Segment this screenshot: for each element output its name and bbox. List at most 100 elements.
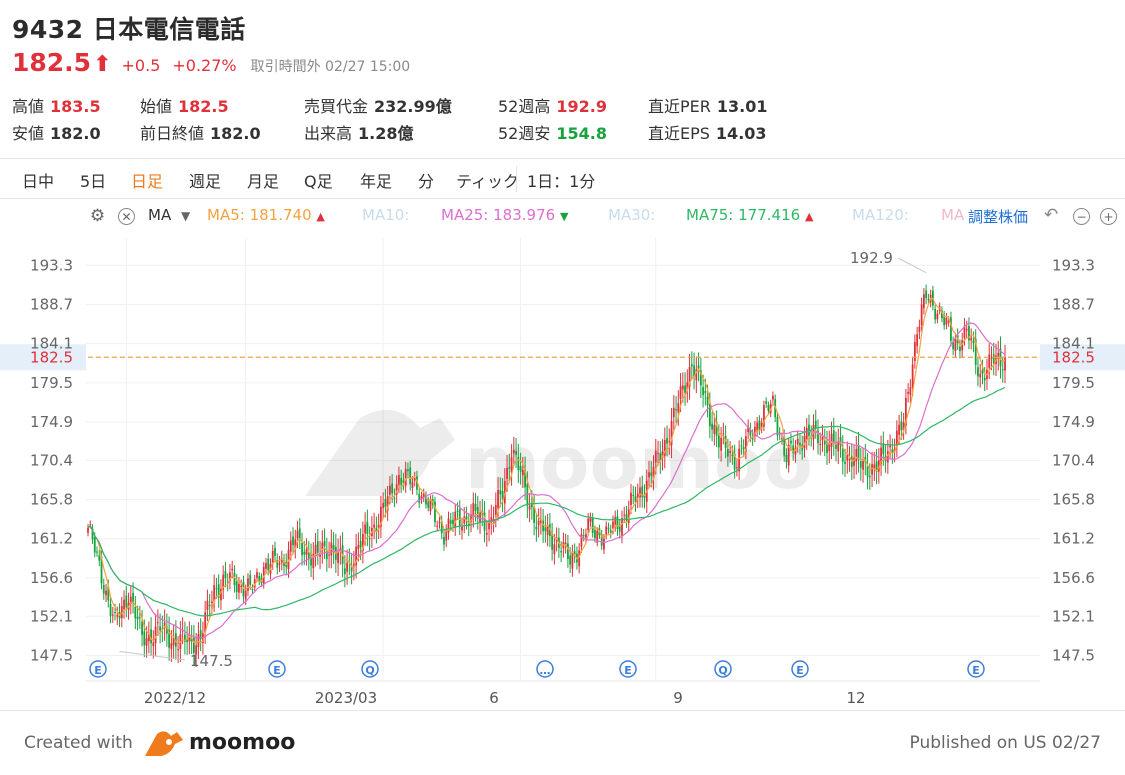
stat-52w-high: 52週高 192.9 xyxy=(498,97,607,116)
candle-body xyxy=(675,409,677,411)
ma-selector[interactable]: MA xyxy=(148,206,171,224)
candle-body xyxy=(485,532,488,535)
gear-icon[interactable]: ⚙ xyxy=(89,208,106,225)
x-tick-label: 9 xyxy=(673,689,683,707)
candle-body xyxy=(862,461,864,470)
candle-body xyxy=(136,616,139,620)
divider xyxy=(0,710,1125,711)
event-marker-label: E xyxy=(972,664,980,677)
event-marker: … xyxy=(536,660,554,678)
event-marker-label: Q xyxy=(365,664,374,677)
footer-created: Created with xyxy=(24,733,133,753)
candle-body xyxy=(767,405,770,412)
candle-body xyxy=(607,527,610,529)
candle-body xyxy=(936,313,939,320)
candle-body xyxy=(585,534,587,538)
price-chart[interactable]: moomoo 182.5 182.5 193.3 193.3188.7 188.718… xyxy=(0,228,1125,728)
candle-body xyxy=(684,385,686,393)
candle-body xyxy=(758,420,761,430)
y-tick-label-left: 193.3 xyxy=(30,256,73,274)
candle-body xyxy=(697,365,700,369)
candle-body xyxy=(515,451,517,455)
candle-body xyxy=(625,514,628,520)
tab-minute[interactable]: 分 xyxy=(418,168,434,192)
candle-body xyxy=(704,390,707,394)
interval-selector[interactable]: 1日：1分 xyxy=(527,168,595,192)
candle-body xyxy=(720,437,723,451)
moomoo-brand: moomoo xyxy=(189,730,296,755)
tab-intraday[interactable]: 日中 xyxy=(22,168,54,192)
candle-body xyxy=(251,588,254,590)
candle-body xyxy=(359,541,362,548)
tab-daily[interactable]: 日足 xyxy=(131,168,163,192)
candle-body xyxy=(521,469,524,476)
candle-body xyxy=(909,387,912,395)
candle-body xyxy=(934,308,937,320)
undo-icon[interactable]: ↶ xyxy=(1044,205,1058,225)
candle-body xyxy=(393,497,396,499)
candle-body xyxy=(889,445,891,448)
candle-body xyxy=(702,387,704,395)
candle-body xyxy=(844,461,846,464)
candle-body xyxy=(945,317,948,325)
candle-body xyxy=(343,568,346,575)
candle-body xyxy=(528,505,531,510)
event-marker-label: … xyxy=(540,664,551,677)
candle-body xyxy=(717,435,720,448)
ma5-legend: MA5: 181.740 ▲ xyxy=(207,206,325,224)
candle-body xyxy=(916,334,919,347)
y-tick-label-right: 170.4 xyxy=(1052,451,1095,469)
candle-body xyxy=(603,538,605,550)
candle-body xyxy=(224,571,227,579)
candle-body xyxy=(96,551,98,553)
candle-body xyxy=(605,526,608,535)
ma120-legend: MA120: xyxy=(852,206,909,224)
tab-5day[interactable]: 5日 xyxy=(80,168,106,192)
zoom-out-icon[interactable]: − xyxy=(1073,208,1090,225)
candle-body xyxy=(407,469,409,472)
candle-body xyxy=(159,626,161,631)
candle-body xyxy=(316,541,319,553)
candle-body xyxy=(111,614,114,616)
candle-body xyxy=(630,492,632,505)
candle-body xyxy=(143,631,146,646)
candle-body xyxy=(981,370,984,374)
candle-body xyxy=(364,524,367,534)
stat-eps: 直近EPS 14.03 xyxy=(648,124,767,143)
candle-body xyxy=(781,438,783,440)
candle-body xyxy=(632,494,635,496)
chevron-down-icon[interactable]: ▼ xyxy=(181,209,190,223)
candle-body xyxy=(648,472,650,478)
candle-body xyxy=(215,588,218,590)
candle-body xyxy=(211,601,213,604)
ma10-legend: MA10: xyxy=(362,206,410,224)
candle-body xyxy=(497,489,499,508)
candle-body xyxy=(452,519,454,525)
candle-body xyxy=(805,427,808,441)
candle-body xyxy=(859,461,862,468)
candle-body xyxy=(512,449,515,454)
candle-body xyxy=(796,438,799,445)
candle-body xyxy=(1004,357,1006,371)
candle-body xyxy=(152,642,155,647)
candle-body xyxy=(325,550,328,560)
tab-tick[interactable]: ティック xyxy=(456,168,519,192)
tab-monthly[interactable]: 月足 xyxy=(247,168,279,192)
tab-weekly[interactable]: 週足 xyxy=(189,168,221,192)
candle-body xyxy=(474,504,477,511)
zoom-in-icon[interactable]: + xyxy=(1100,208,1117,225)
tab-divider xyxy=(516,166,517,192)
candle-body xyxy=(742,447,745,449)
tab-yearly[interactable]: 年足 xyxy=(360,168,392,192)
candle-body xyxy=(409,467,412,484)
candle-body xyxy=(873,464,876,469)
candle-body xyxy=(192,637,195,653)
close-icon[interactable]: ✕ xyxy=(118,208,135,225)
adjusted-price-toggle[interactable]: 調整株価 xyxy=(966,206,1029,227)
tab-quarterly[interactable]: Q足 xyxy=(304,168,333,192)
price-row: 182.5 ⬆ +0.5 +0.27% 取引時間外 02/27 15:00 xyxy=(12,48,410,78)
candle-body xyxy=(790,440,792,444)
divider xyxy=(0,198,1125,199)
ma25-legend: MA25: 183.976 ▼ xyxy=(441,206,569,224)
candle-body xyxy=(400,477,403,485)
